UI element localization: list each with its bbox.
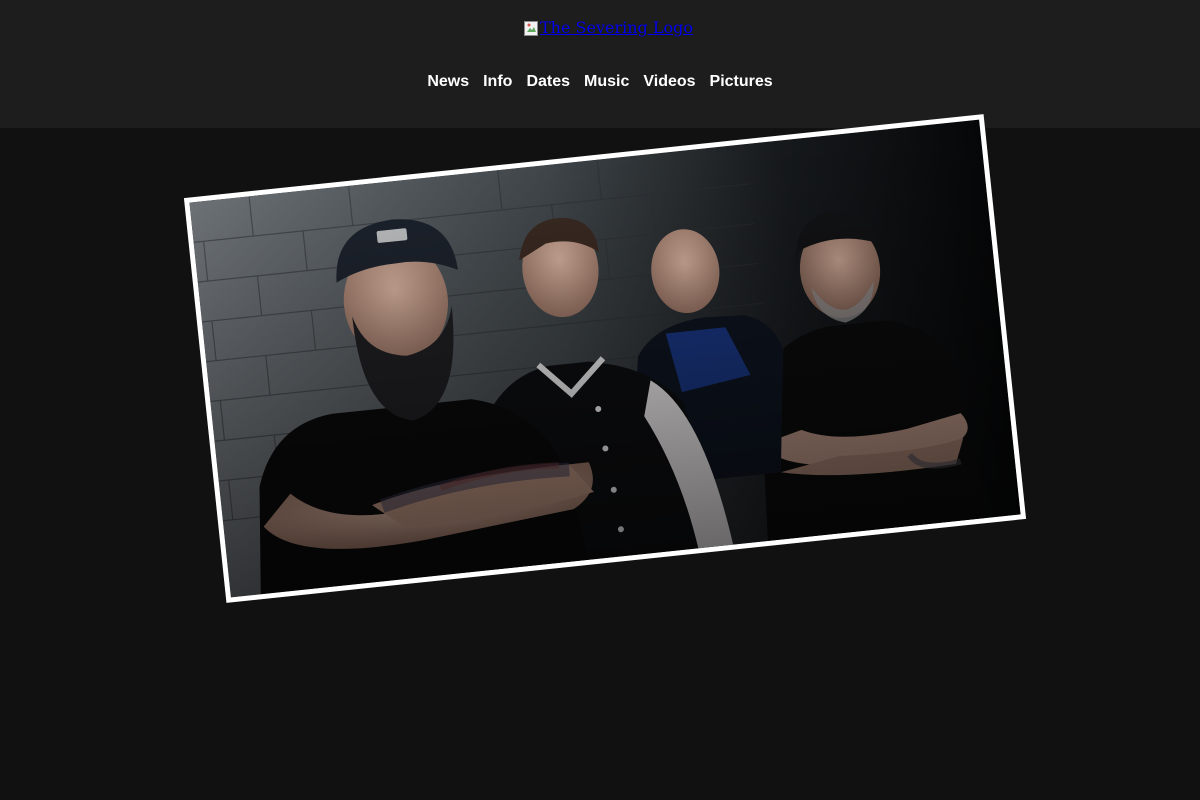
nav-item-music[interactable]: Music [584,72,629,92]
band-photo [183,114,1027,603]
nav-item-videos[interactable]: Videos [643,72,695,92]
main-nav: News Info Dates Music Videos Pictures [0,72,1200,92]
site-header: The Severing Logo News Info Dates Music … [0,0,1200,128]
logo-alt-text: The Severing Logo [540,18,693,37]
broken-image-icon [524,20,538,36]
nav-item-news[interactable]: News [427,72,469,92]
nav-item-info[interactable]: Info [483,72,512,92]
logo-link[interactable]: The Severing Logo [524,19,693,37]
band-photo-illustration [189,119,1021,598]
nav-item-pictures[interactable]: Pictures [710,72,773,92]
nav-item-dates[interactable]: Dates [526,72,570,92]
